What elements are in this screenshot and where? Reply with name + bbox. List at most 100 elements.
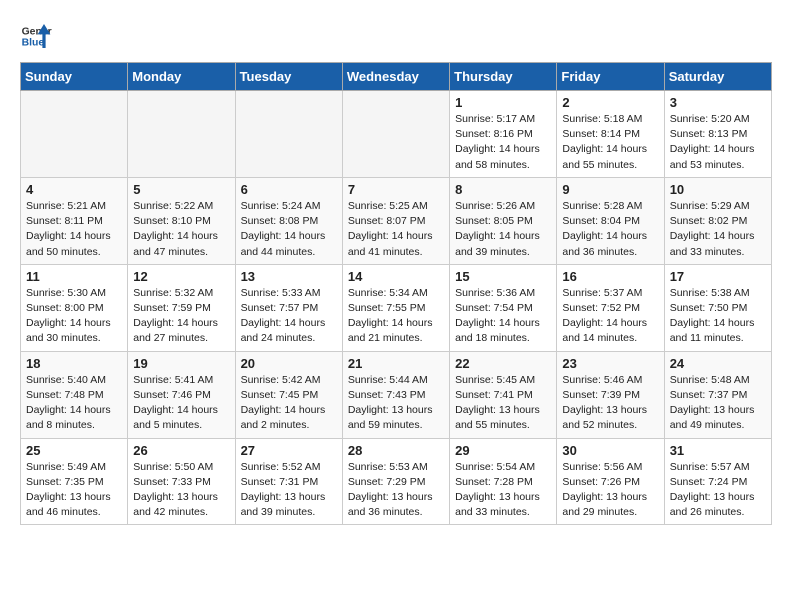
day-number: 24: [670, 356, 766, 371]
calendar-cell: 25 Sunrise: 5:49 AMSunset: 7:35 PMDayligh…: [21, 438, 128, 525]
day-info: Sunrise: 5:40 AMSunset: 7:48 PMDaylight:…: [26, 373, 122, 434]
day-info: Sunrise: 5:53 AMSunset: 7:29 PMDaylight:…: [348, 460, 444, 521]
day-number: 14: [348, 269, 444, 284]
calendar-cell: 13 Sunrise: 5:33 AMSunset: 7:57 PMDayligh…: [235, 264, 342, 351]
day-number: 3: [670, 95, 766, 110]
day-number: 4: [26, 182, 122, 197]
day-info: Sunrise: 5:22 AMSunset: 8:10 PMDaylight:…: [133, 199, 229, 260]
day-number: 7: [348, 182, 444, 197]
day-info: Sunrise: 5:29 AMSunset: 8:02 PMDaylight:…: [670, 199, 766, 260]
calendar-cell: 19 Sunrise: 5:41 AMSunset: 7:46 PMDayligh…: [128, 351, 235, 438]
day-number: 11: [26, 269, 122, 284]
day-info: Sunrise: 5:26 AMSunset: 8:05 PMDaylight:…: [455, 199, 551, 260]
day-number: 6: [241, 182, 337, 197]
day-info: Sunrise: 5:33 AMSunset: 7:57 PMDaylight:…: [241, 286, 337, 347]
day-number: 25: [26, 443, 122, 458]
day-number: 23: [562, 356, 658, 371]
weekday-header-tuesday: Tuesday: [235, 63, 342, 91]
calendar-cell: [342, 91, 449, 178]
calendar-cell: 28 Sunrise: 5:53 AMSunset: 7:29 PMDayligh…: [342, 438, 449, 525]
calendar-cell: 11 Sunrise: 5:30 AMSunset: 8:00 PMDayligh…: [21, 264, 128, 351]
weekday-header-row: SundayMondayTuesdayWednesdayThursdayFrid…: [21, 63, 772, 91]
calendar-cell: [235, 91, 342, 178]
weekday-header-thursday: Thursday: [450, 63, 557, 91]
calendar-cell: 22 Sunrise: 5:45 AMSunset: 7:41 PMDayligh…: [450, 351, 557, 438]
day-number: 17: [670, 269, 766, 284]
calendar-week-4: 18 Sunrise: 5:40 AMSunset: 7:48 PMDayligh…: [21, 351, 772, 438]
calendar-cell: 20Sunrise: 5:42 AMSunset: 7:45 PMDayligh…: [235, 351, 342, 438]
page-header: General Blue: [20, 20, 772, 52]
calendar-cell: 5 Sunrise: 5:22 AMSunset: 8:10 PMDaylight…: [128, 177, 235, 264]
day-info: Sunrise: 5:46 AMSunset: 7:39 PMDaylight:…: [562, 373, 658, 434]
day-info: Sunrise: 5:41 AMSunset: 7:46 PMDaylight:…: [133, 373, 229, 434]
calendar-week-3: 11 Sunrise: 5:30 AMSunset: 8:00 PMDayligh…: [21, 264, 772, 351]
day-number: 16: [562, 269, 658, 284]
day-info: Sunrise: 5:56 AMSunset: 7:26 PMDaylight:…: [562, 460, 658, 521]
calendar-cell: 21 Sunrise: 5:44 AMSunset: 7:43 PMDayligh…: [342, 351, 449, 438]
day-info: Sunrise: 5:57 AMSunset: 7:24 PMDaylight:…: [670, 460, 766, 521]
day-number: 10: [670, 182, 766, 197]
day-number: 9: [562, 182, 658, 197]
day-info: Sunrise: 5:45 AMSunset: 7:41 PMDaylight:…: [455, 373, 551, 434]
calendar-cell: 16 Sunrise: 5:37 AMSunset: 7:52 PMDayligh…: [557, 264, 664, 351]
weekday-header-friday: Friday: [557, 63, 664, 91]
calendar-cell: 14 Sunrise: 5:34 AMSunset: 7:55 PMDayligh…: [342, 264, 449, 351]
weekday-header-monday: Monday: [128, 63, 235, 91]
day-info: Sunrise: 5:24 AMSunset: 8:08 PMDaylight:…: [241, 199, 337, 260]
calendar-cell: 26 Sunrise: 5:50 AMSunset: 7:33 PMDayligh…: [128, 438, 235, 525]
calendar-cell: 27 Sunrise: 5:52 AMSunset: 7:31 PMDayligh…: [235, 438, 342, 525]
logo-icon: General Blue: [20, 20, 52, 52]
calendar-cell: 7 Sunrise: 5:25 AMSunset: 8:07 PMDaylight…: [342, 177, 449, 264]
calendar-cell: 8 Sunrise: 5:26 AMSunset: 8:05 PMDaylight…: [450, 177, 557, 264]
day-info: Sunrise: 5:34 AMSunset: 7:55 PMDaylight:…: [348, 286, 444, 347]
day-info: Sunrise: 5:38 AMSunset: 7:50 PMDaylight:…: [670, 286, 766, 347]
day-info: Sunrise: 5:52 AMSunset: 7:31 PMDaylight:…: [241, 460, 337, 521]
day-info: Sunrise: 5:54 AMSunset: 7:28 PMDaylight:…: [455, 460, 551, 521]
calendar-cell: [21, 91, 128, 178]
day-number: 1: [455, 95, 551, 110]
calendar-cell: 15 Sunrise: 5:36 AMSunset: 7:54 PMDayligh…: [450, 264, 557, 351]
day-number: 26: [133, 443, 229, 458]
calendar-cell: 3 Sunrise: 5:20 AMSunset: 8:13 PMDaylight…: [664, 91, 771, 178]
day-info: Sunrise: 5:30 AMSunset: 8:00 PMDaylight:…: [26, 286, 122, 347]
calendar-week-5: 25 Sunrise: 5:49 AMSunset: 7:35 PMDayligh…: [21, 438, 772, 525]
day-info: Sunrise: 5:32 AMSunset: 7:59 PMDaylight:…: [133, 286, 229, 347]
day-number: 8: [455, 182, 551, 197]
calendar-table: SundayMondayTuesdayWednesdayThursdayFrid…: [20, 62, 772, 525]
day-number: 5: [133, 182, 229, 197]
calendar-cell: 30 Sunrise: 5:56 AMSunset: 7:26 PMDayligh…: [557, 438, 664, 525]
day-number: 18: [26, 356, 122, 371]
day-number: 2: [562, 95, 658, 110]
calendar-cell: 23 Sunrise: 5:46 AMSunset: 7:39 PMDayligh…: [557, 351, 664, 438]
day-info: Sunrise: 5:37 AMSunset: 7:52 PMDaylight:…: [562, 286, 658, 347]
day-info: Sunrise: 5:50 AMSunset: 7:33 PMDaylight:…: [133, 460, 229, 521]
day-number: 28: [348, 443, 444, 458]
calendar-cell: 31 Sunrise: 5:57 AMSunset: 7:24 PMDayligh…: [664, 438, 771, 525]
calendar-cell: 10 Sunrise: 5:29 AMSunset: 8:02 PMDayligh…: [664, 177, 771, 264]
day-info: Sunrise: 5:18 AMSunset: 8:14 PMDaylight:…: [562, 112, 658, 173]
calendar-week-2: 4Sunrise: 5:21 AMSunset: 8:11 PMDaylight…: [21, 177, 772, 264]
day-info: Sunrise: 5:36 AMSunset: 7:54 PMDaylight:…: [455, 286, 551, 347]
day-info: Sunrise: 5:20 AMSunset: 8:13 PMDaylight:…: [670, 112, 766, 173]
logo: General Blue: [20, 20, 56, 52]
calendar-week-1: 1Sunrise: 5:17 AMSunset: 8:16 PMDaylight…: [21, 91, 772, 178]
day-number: 19: [133, 356, 229, 371]
calendar-cell: 1Sunrise: 5:17 AMSunset: 8:16 PMDaylight…: [450, 91, 557, 178]
day-number: 27: [241, 443, 337, 458]
day-number: 31: [670, 443, 766, 458]
day-number: 22: [455, 356, 551, 371]
day-number: 15: [455, 269, 551, 284]
calendar-cell: 2 Sunrise: 5:18 AMSunset: 8:14 PMDaylight…: [557, 91, 664, 178]
calendar-cell: 4Sunrise: 5:21 AMSunset: 8:11 PMDaylight…: [21, 177, 128, 264]
calendar-cell: 29Sunrise: 5:54 AMSunset: 7:28 PMDayligh…: [450, 438, 557, 525]
weekday-header-sunday: Sunday: [21, 63, 128, 91]
day-info: Sunrise: 5:28 AMSunset: 8:04 PMDaylight:…: [562, 199, 658, 260]
day-info: Sunrise: 5:25 AMSunset: 8:07 PMDaylight:…: [348, 199, 444, 260]
day-number: 13: [241, 269, 337, 284]
day-info: Sunrise: 5:49 AMSunset: 7:35 PMDaylight:…: [26, 460, 122, 521]
weekday-header-saturday: Saturday: [664, 63, 771, 91]
day-number: 30: [562, 443, 658, 458]
day-info: Sunrise: 5:44 AMSunset: 7:43 PMDaylight:…: [348, 373, 444, 434]
day-number: 21: [348, 356, 444, 371]
day-number: 20: [241, 356, 337, 371]
